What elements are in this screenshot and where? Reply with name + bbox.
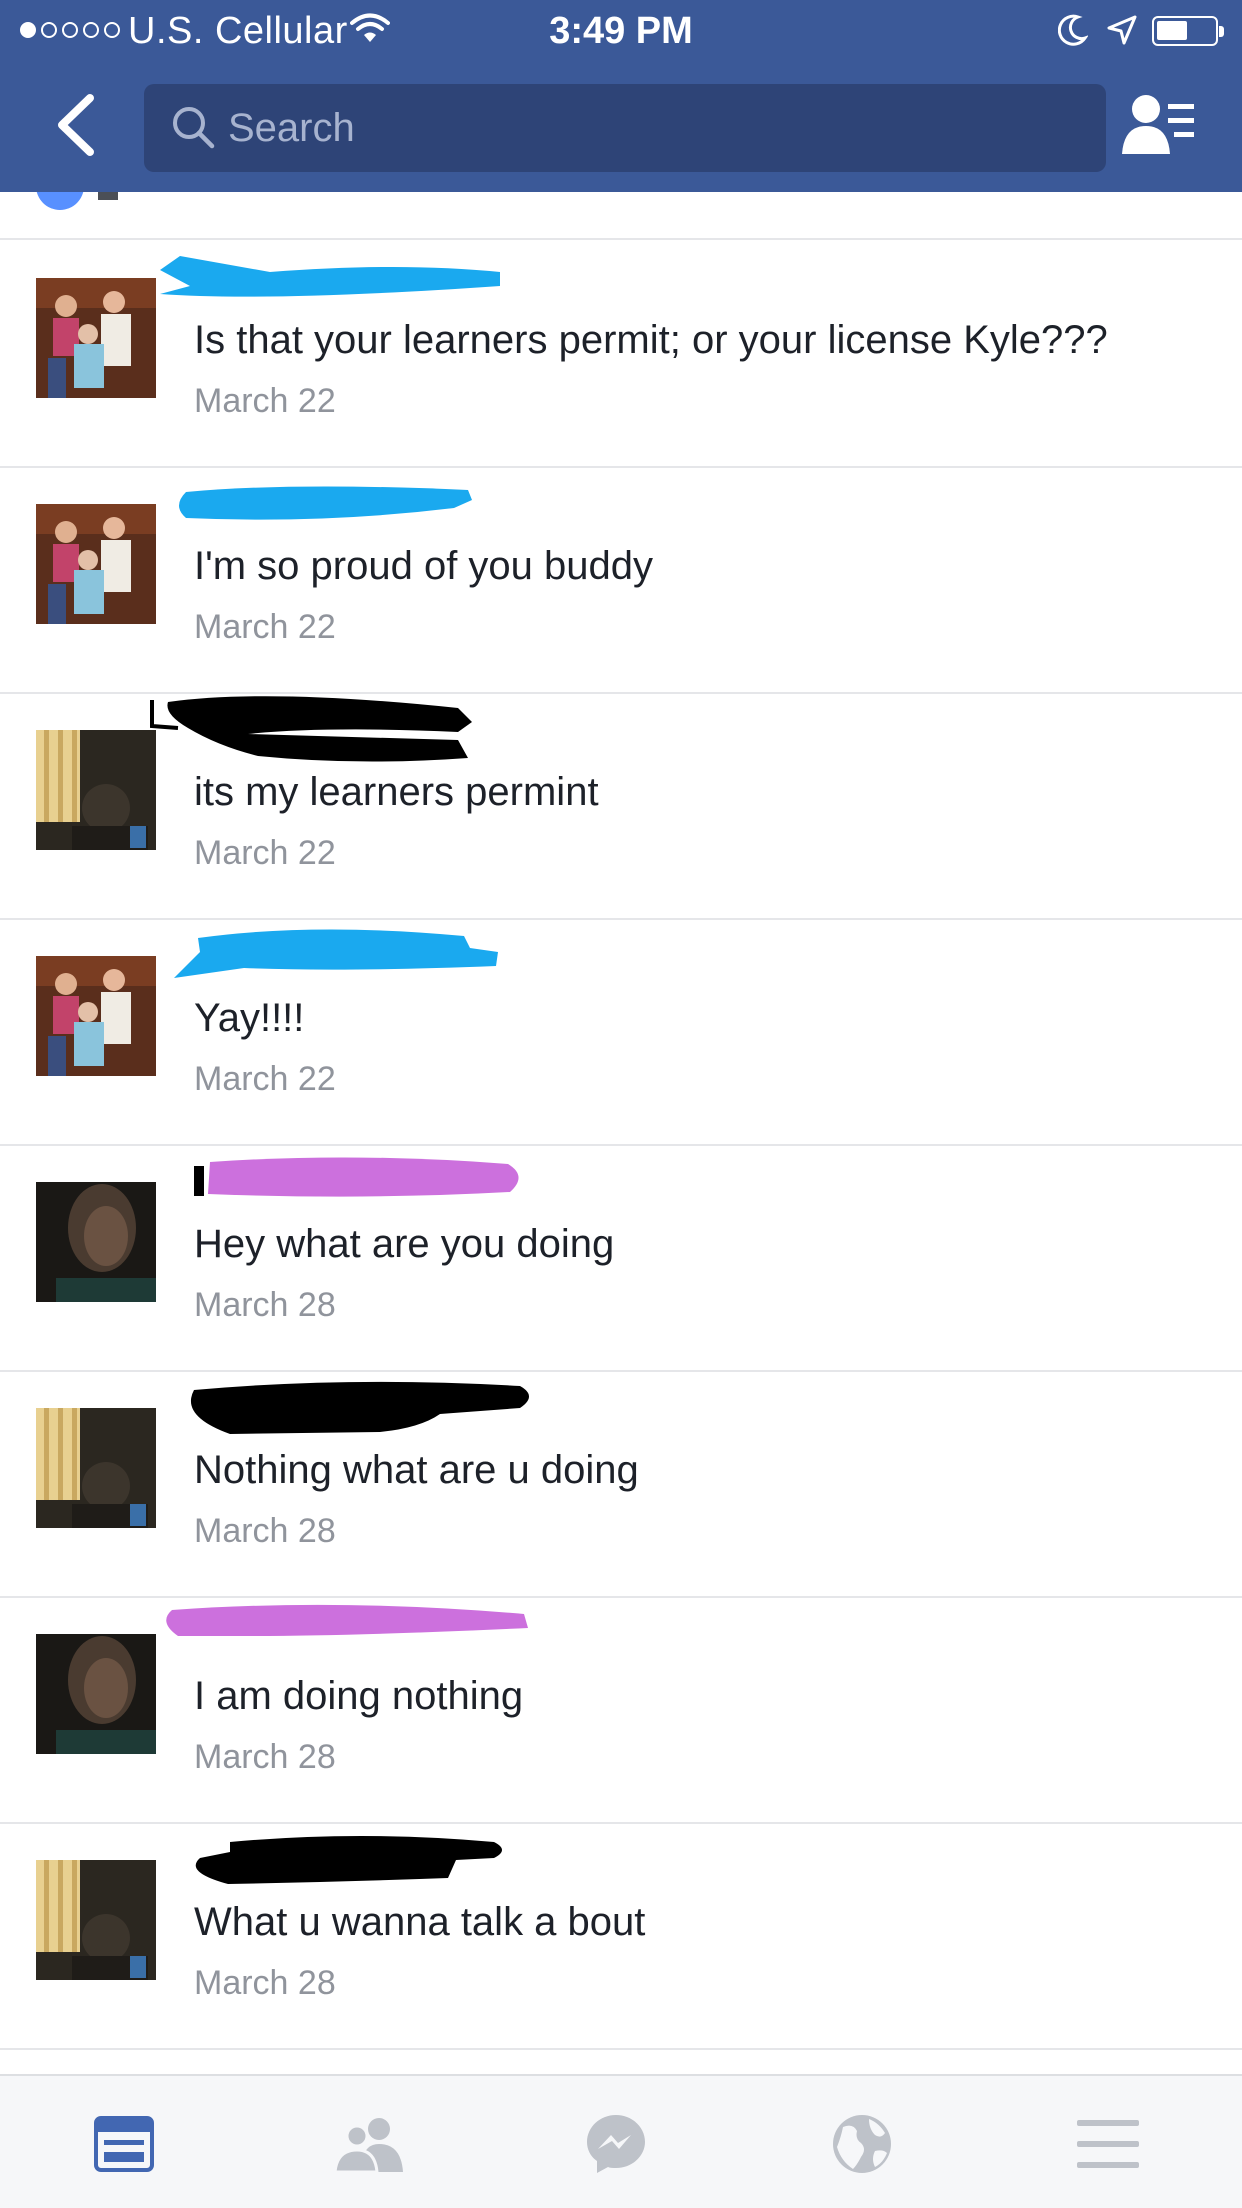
- comment-date[interactable]: March 28: [194, 1738, 336, 1777]
- tab-friends[interactable]: [330, 2104, 410, 2184]
- status-time: 3:49 PM: [549, 10, 693, 52]
- comment-date[interactable]: March 28: [194, 1286, 336, 1325]
- messenger-icon: [587, 2115, 645, 2173]
- comment-item[interactable]: I'm so proud of you buddy March 22: [0, 468, 1242, 694]
- avatar[interactable]: [36, 1634, 156, 1754]
- do-not-disturb-icon: [1058, 14, 1088, 46]
- avatar[interactable]: [36, 1408, 156, 1528]
- comment-date[interactable]: March 22: [194, 608, 336, 647]
- status-bar: U.S. Cellular 3:49 PM: [0, 0, 1242, 62]
- comment-text: Yay!!!!: [194, 996, 305, 1040]
- tab-notifications[interactable]: [822, 2104, 902, 2184]
- comment-item[interactable]: Nothing what are u doing March 28: [0, 1372, 1242, 1598]
- avatar[interactable]: [36, 504, 156, 624]
- tab-menu[interactable]: [1068, 2104, 1148, 2184]
- comment-date[interactable]: March 22: [194, 1060, 336, 1099]
- comment-date[interactable]: March 22: [194, 382, 336, 421]
- comment-text: its my learners permint: [194, 770, 599, 814]
- previous-comment-partial: [0, 192, 1242, 240]
- avatar[interactable]: [36, 278, 156, 398]
- comment-date[interactable]: March 28: [194, 1964, 336, 2003]
- bottom-tab-bar: [0, 2074, 1242, 2208]
- comment-item[interactable]: Is that your learners permit; or your li…: [0, 242, 1242, 468]
- comment-item[interactable]: What u wanna talk a bout March 28: [0, 1824, 1242, 2050]
- news-feed-icon: [94, 2116, 154, 2172]
- comment-text: Hey what are you doing: [194, 1222, 615, 1266]
- comment-text: Is that your learners permit; or your li…: [194, 318, 1108, 362]
- tab-news-feed[interactable]: [84, 2104, 164, 2184]
- tab-messenger[interactable]: [576, 2104, 656, 2184]
- comments-feed[interactable]: Is that your learners permit; or your li…: [0, 192, 1242, 2074]
- comment-item[interactable]: I am doing nothing March 28: [0, 1598, 1242, 1824]
- comment-item[interactable]: its my learners permint March 22: [0, 694, 1242, 920]
- location-arrow-icon: [1107, 15, 1137, 45]
- battery-icon: [1152, 16, 1224, 46]
- comment-text: I am doing nothing: [194, 1674, 524, 1718]
- comment-date[interactable]: March 22: [194, 834, 336, 873]
- avatar: [36, 192, 84, 210]
- avatar[interactable]: [36, 1860, 156, 1980]
- friends-icon: [335, 2118, 403, 2172]
- comment-date[interactable]: March 28: [194, 1512, 336, 1551]
- search-bar[interactable]: [144, 84, 1106, 172]
- globe-icon: [833, 2115, 891, 2173]
- comment-text: I'm so proud of you buddy: [194, 544, 654, 588]
- nav-bar: [0, 62, 1242, 192]
- comment-item[interactable]: Hey what are you doing March 28: [0, 1146, 1242, 1372]
- avatar[interactable]: [36, 956, 156, 1076]
- comment-item[interactable]: Yay!!!! March 22: [0, 920, 1242, 1146]
- app-header: U.S. Cellular 3:49 PM: [0, 0, 1242, 192]
- search-input[interactable]: [228, 84, 1088, 172]
- friend-requests-icon[interactable]: [1120, 92, 1200, 162]
- avatar[interactable]: [36, 1182, 156, 1302]
- search-icon: [173, 107, 215, 149]
- comment-text: Nothing what are u doing: [194, 1448, 639, 1492]
- comment-text: What u wanna talk a bout: [194, 1900, 646, 1944]
- back-chevron-icon[interactable]: [44, 90, 114, 160]
- menu-icon: [1077, 2120, 1139, 2168]
